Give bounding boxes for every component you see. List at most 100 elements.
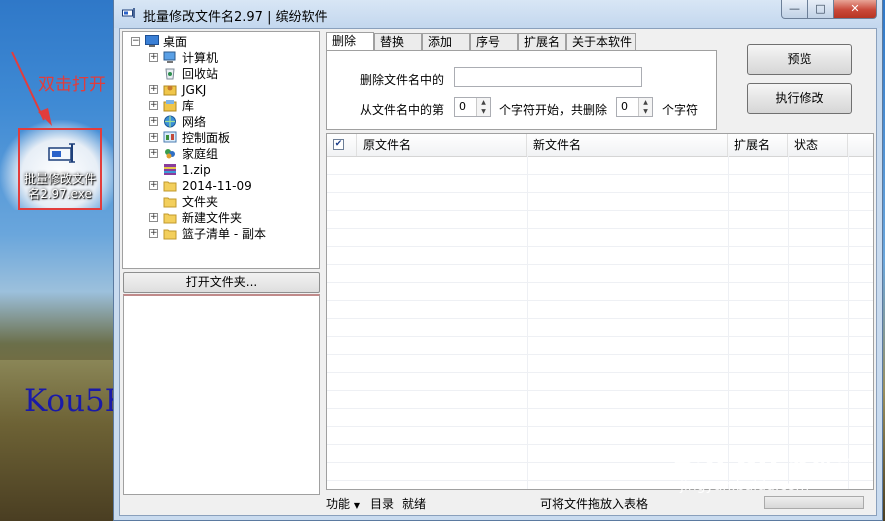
folder-icon	[163, 197, 177, 208]
folder-icon	[163, 181, 177, 192]
open-folder-button[interactable]: 打开文件夹...	[123, 272, 320, 293]
status-text: 就绪	[402, 497, 427, 511]
title-bar[interactable]: 批量修改文件名2.97 | 缤纷软件 — □ ✕	[114, 0, 882, 28]
select-all-header[interactable]: ✔	[327, 134, 357, 156]
minimize-button[interactable]: —	[781, 0, 808, 19]
drag-hint-text: 可将文件拖放入表格	[540, 497, 649, 511]
expand-icon[interactable]: +	[149, 133, 158, 142]
table-row-line	[327, 210, 873, 211]
column-status[interactable]: 状态	[788, 134, 848, 156]
spin-arrows-icon[interactable]: ▲ ▼	[476, 98, 490, 116]
column-extension[interactable]: 扩展名	[728, 134, 788, 156]
annotation-text: 双击打开	[38, 75, 106, 95]
table-row-line	[327, 282, 873, 283]
collapse-icon[interactable]: −	[131, 37, 140, 46]
delete-text-input[interactable]	[454, 67, 642, 87]
control-panel-icon	[163, 131, 177, 143]
tree-item-label: 网络	[182, 115, 207, 129]
function-menu[interactable]: 功能 ▼	[326, 495, 360, 512]
tree-item-label: 计算机	[182, 51, 219, 65]
file-list-panel[interactable]	[123, 294, 320, 495]
table-header: ✔ 原文件名 新文件名 扩展名 状态	[327, 134, 873, 157]
tree-item-label: 桌面	[163, 35, 188, 49]
characters-label: 个字符	[662, 103, 699, 117]
start-position-value: 0	[459, 100, 466, 113]
tab-delete[interactable]: 删除	[326, 32, 374, 52]
close-button[interactable]: ✕	[833, 0, 877, 19]
tab-replace[interactable]: 替换	[374, 33, 422, 51]
table-row-line	[327, 228, 873, 229]
tree-item-label: 文件夹	[182, 195, 219, 209]
delete-tab-panel: 删除文件名中的 从文件名中的第 0 ▲ ▼ 个字符开始，共删除 0 ▲ ▼ 个字符	[326, 50, 717, 130]
column-new-name[interactable]: 新文件名	[527, 134, 728, 156]
table-row-line	[327, 390, 873, 391]
expand-icon[interactable]: +	[149, 53, 158, 62]
desktop-shortcut-label: 批量修改文件名2.97.exe	[23, 172, 96, 201]
desktop-shortcut-batch-rename[interactable]: 批量修改文件名2.97.exe	[18, 128, 102, 210]
app-exe-icon	[48, 143, 75, 163]
expand-icon[interactable]: +	[149, 117, 158, 126]
table-row-line	[327, 372, 873, 373]
expand-icon[interactable]: +	[149, 229, 158, 238]
file-table[interactable]: ✔ 原文件名 新文件名 扩展名 状态	[326, 133, 874, 490]
tree-item-label: 2014-11-09	[182, 179, 252, 193]
table-row-line	[327, 354, 873, 355]
folder-icon	[163, 213, 177, 224]
tab-add[interactable]: 添加	[422, 33, 470, 51]
app-title-icon	[122, 8, 135, 18]
zip-icon	[164, 164, 176, 175]
recycle-bin-icon	[165, 68, 175, 80]
table-row-line	[327, 336, 873, 337]
expand-icon[interactable]: +	[149, 85, 158, 94]
preview-button[interactable]: 预览	[747, 44, 852, 75]
start-delete-count-label: 个字符开始，共删除	[499, 103, 608, 117]
library-icon	[163, 100, 177, 112]
tab-extension[interactable]: 扩展名	[518, 33, 566, 51]
column-original-name[interactable]: 原文件名	[357, 134, 527, 156]
start-position-stepper[interactable]: 0 ▲ ▼	[454, 97, 491, 117]
select-all-checkbox[interactable]: ✔	[333, 139, 344, 150]
expand-icon[interactable]: +	[149, 149, 158, 158]
tree-item-label: 新建文件夹	[182, 211, 243, 225]
folder-tree[interactable]: − 桌面 + 计算机 回收站 + JGKJ + 库 + 网络 + 控制面板 + …	[122, 31, 320, 269]
delete-in-label: 删除文件名中的	[360, 73, 445, 87]
delete-count-stepper[interactable]: 0 ▲ ▼	[616, 97, 653, 117]
execute-rename-button[interactable]: 执行修改	[747, 83, 852, 114]
homegroup-icon	[165, 149, 175, 159]
tab-about[interactable]: 关于本软件	[566, 33, 636, 51]
expand-icon[interactable]: +	[149, 181, 158, 190]
expand-icon[interactable]: +	[149, 213, 158, 222]
tree-item-label: 篮子清单 - 副本	[182, 227, 266, 241]
tree-item-label: 库	[182, 99, 195, 113]
table-row-line	[327, 300, 873, 301]
folder-icon	[163, 229, 177, 240]
delete-count-value: 0	[621, 100, 628, 113]
expand-icon[interactable]: +	[149, 101, 158, 110]
computer-icon	[163, 51, 176, 63]
directory-link[interactable]: 目录	[370, 495, 394, 512]
tree-item-label: 控制面板	[182, 131, 231, 145]
maximize-button[interactable]: □	[807, 0, 834, 19]
table-row-line	[327, 174, 873, 175]
window-title: 批量修改文件名2.97 | 缤纷软件	[143, 10, 328, 25]
dropdown-arrow-icon: ▼	[353, 501, 360, 510]
network-icon	[164, 115, 176, 128]
tree-item-label: 家庭组	[182, 147, 219, 161]
status-bar: 功能 ▼ 目录 就绪 可将文件拖放入表格	[326, 492, 874, 514]
table-row-line	[327, 246, 873, 247]
baidu-watermark-url: jingyan.baidu.com	[680, 478, 810, 494]
table-row-line	[327, 408, 873, 409]
tab-sequence[interactable]: 序号	[470, 33, 518, 51]
table-row-line	[327, 318, 873, 319]
spin-arrows-icon[interactable]: ▲ ▼	[638, 98, 652, 116]
table-row-line	[327, 192, 873, 193]
table-row-line	[327, 426, 873, 427]
tree-item-label: 1.zip	[182, 163, 211, 177]
column-divider	[527, 156, 528, 489]
user-folder-icon	[163, 85, 177, 96]
table-row-line	[327, 264, 873, 265]
from-position-label: 从文件名中的第	[360, 103, 445, 117]
tree-item-label: JGKJ	[182, 83, 207, 97]
progress-bar	[764, 496, 864, 509]
function-menu-label: 功能	[326, 497, 351, 511]
